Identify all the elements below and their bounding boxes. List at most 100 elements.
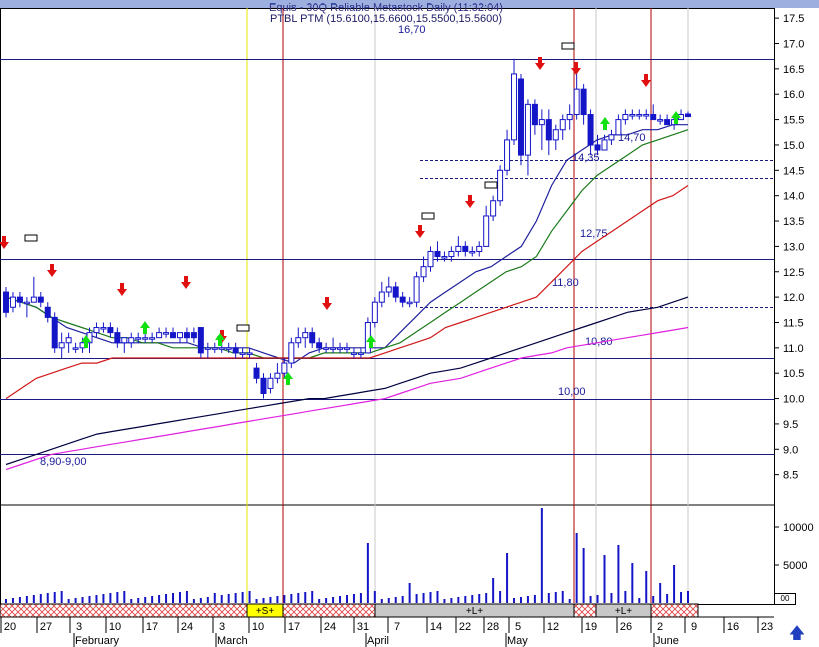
y-tick-label: 15.0 — [783, 140, 804, 152]
candle-body — [288, 342, 295, 364]
signal-label: +L+ — [615, 606, 632, 617]
x-tick-label: 3 — [219, 621, 225, 633]
candle-body — [434, 250, 441, 258]
x-tick-label: 27 — [40, 621, 52, 633]
month-label: May — [507, 635, 528, 647]
volume-tick-label: 5000 — [783, 560, 807, 572]
y-tick-label: 13.5 — [783, 216, 804, 228]
signal-segment — [650, 603, 699, 618]
candle-body — [197, 327, 204, 354]
candle-body — [566, 114, 573, 121]
candle-body — [316, 342, 323, 349]
x-tick-label: 26 — [620, 621, 632, 633]
y-tick-label: 13.0 — [783, 241, 804, 253]
candle-body — [239, 352, 246, 355]
candle-body — [253, 367, 260, 379]
candle-body — [657, 119, 664, 122]
candle-body — [350, 352, 357, 355]
candle-body — [72, 347, 79, 350]
x-tick-label: 24 — [324, 621, 336, 633]
candle-body — [65, 337, 72, 344]
signal-segment — [282, 603, 376, 618]
candle-body — [44, 306, 51, 318]
candle-body — [636, 114, 643, 117]
scroll-up-arrow-icon[interactable]: 🡅 — [786, 624, 808, 644]
x-tick-label: 10 — [252, 621, 264, 633]
exit-marker-icon — [561, 42, 575, 50]
signal-label: +L+ — [466, 606, 483, 617]
y-tick-label: 16.0 — [783, 89, 804, 101]
candle-body — [545, 119, 552, 141]
candle-body — [170, 332, 177, 339]
candle-body — [128, 337, 135, 344]
x-tick-label: 5 — [515, 621, 521, 633]
candle-body — [413, 276, 420, 303]
x-tick-label: 24 — [181, 621, 193, 633]
candle-body — [629, 114, 636, 117]
candle-body — [664, 119, 671, 126]
x-tick-label: 19 — [585, 621, 597, 633]
exit-marker-icon — [236, 324, 250, 332]
price-chart: 16,7014,7014,3512,7511,8010,8010,008,90-… — [0, 0, 819, 647]
candle-body — [225, 347, 232, 350]
y-tick-label: 17.5 — [783, 13, 804, 25]
candle-body — [622, 114, 629, 121]
y-tick-label: 12.0 — [783, 292, 804, 304]
candle-body — [58, 342, 65, 349]
candle-body — [504, 139, 511, 171]
y-tick-label: 11.5 — [783, 317, 804, 329]
chart-title-line2: PTBL PTM (15.6100,15.6600,15.5500,15.560… — [270, 13, 502, 25]
candle-body — [559, 119, 566, 131]
candle-body — [601, 139, 608, 151]
candle-body — [427, 250, 434, 268]
candle-body — [100, 327, 107, 330]
candle-body — [420, 266, 427, 278]
y-tick-label: 16.5 — [783, 64, 804, 76]
candle-body — [531, 103, 538, 126]
candle-body — [344, 347, 350, 350]
candle-body — [615, 119, 622, 136]
x-tick-label: 2 — [657, 621, 663, 633]
level-label: 11,80 — [552, 277, 579, 289]
x-tick-label: 14 — [430, 621, 442, 633]
candle-body — [608, 134, 615, 141]
candle-body — [246, 352, 253, 355]
candle-body — [476, 245, 483, 252]
chart-title: Equis - 30Q Reliable Metastock Daily (11… — [236, 3, 536, 25]
candle-body — [232, 347, 239, 354]
candle-body — [448, 250, 455, 258]
candle-body — [594, 144, 601, 151]
candle-body — [538, 119, 545, 126]
candle-body — [378, 291, 385, 303]
candle-body — [135, 337, 142, 340]
candle-body — [260, 377, 267, 394]
candle-body — [156, 332, 163, 339]
y-tick-label: 11.0 — [783, 343, 804, 355]
candle-body — [37, 296, 44, 303]
x-tick-label: 7 — [394, 621, 400, 633]
candle-body — [302, 332, 309, 339]
candle-body — [357, 352, 364, 355]
x-tick-label: 17 — [288, 621, 300, 633]
candle-body — [204, 347, 211, 350]
signal-label: +S+ — [256, 606, 275, 617]
candle-body — [114, 332, 121, 344]
x-tick-label: 12 — [547, 621, 559, 633]
candle-body — [399, 296, 406, 303]
x-tick-label: 23 — [761, 621, 773, 633]
candle-body — [309, 332, 316, 344]
candle-body — [685, 113, 691, 118]
y-tick-label: 15.5 — [783, 115, 804, 127]
candle-body — [392, 286, 399, 298]
exit-marker-icon — [421, 212, 435, 220]
candle-body — [149, 337, 156, 340]
y-tick-label: 12.5 — [783, 267, 804, 279]
x-tick-label: 16 — [727, 621, 739, 633]
x-tick-label: 17 — [146, 621, 158, 633]
candle-body — [267, 377, 274, 389]
candle-body — [281, 362, 288, 374]
x-tick-label: 20 — [4, 621, 16, 633]
y-tick-label: 17.0 — [783, 39, 804, 51]
candle-body — [183, 332, 190, 339]
candle-body — [121, 337, 128, 344]
